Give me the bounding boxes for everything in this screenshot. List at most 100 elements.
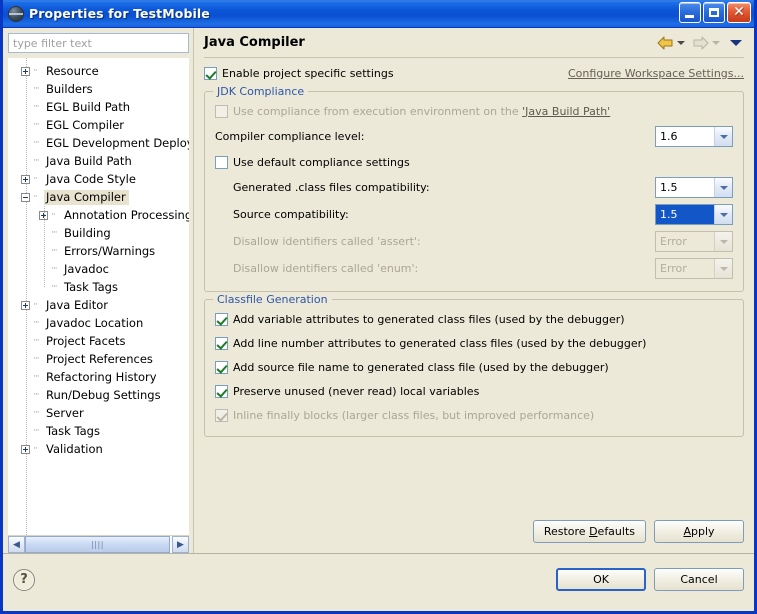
tree-item[interactable]: ··· Server [8,404,189,422]
cancel-label: Cancel [680,573,718,586]
classfile-option-checkbox[interactable] [215,336,228,350]
tree-item[interactable]: ··· Project Facets [8,332,189,350]
tree-item-label: Javadoc Location [46,315,144,330]
settings-tree[interactable]: ·· Resource ··· Builders ··· EGL Build Path ··… [8,58,189,535]
scrollbar-track[interactable]: |||| [25,536,172,553]
use-execution-environment-row: Use compliance from execution environmen… [215,99,733,123]
tree-item[interactable]: ··· Errors/Warnings [8,242,189,260]
compiler-compliance-level-dropdown-icon[interactable] [714,127,732,146]
tree-item[interactable]: ··· EGL Build Path [8,98,189,116]
use-default-compliance-label: Use default compliance settings [233,155,410,169]
back-history-caret-icon[interactable] [677,40,685,45]
tree-item[interactable]: ·· Resource [8,62,189,80]
page-title: Java Compiler [204,35,305,50]
tree-item[interactable]: ··· Refactoring History [8,368,189,386]
restore-defaults-button[interactable]: Restore Defaults [532,520,646,543]
properties-dialog: Properties for TestMobile ✕ ··Resource··… [0,0,757,614]
disallow-enum-combo: Error [655,258,733,279]
use-default-compliance-row: Use default compliance settings [215,150,733,174]
tree-item[interactable]: ··· Task Tags [8,278,189,296]
tree-connector: ··· [33,336,40,346]
tree-expand-icon[interactable] [21,174,30,184]
tree-item[interactable]: ·· Java Compiler [8,188,189,206]
scroll-left-arrow[interactable]: ◀ [8,536,25,553]
forward-history-caret-icon [712,40,720,45]
cancel-button[interactable]: Cancel [654,568,744,591]
tree-connector: ··· [33,408,40,418]
tree-expand-icon[interactable] [21,300,30,310]
apply-button[interactable]: Apply [654,520,744,543]
maximize-button[interactable] [703,2,725,23]
tree-item[interactable]: ··· Builders [8,80,189,98]
class-files-compatibility-combo[interactable]: 1.5 [655,177,733,198]
tree-item[interactable]: ··· EGL Development Deployment [8,134,189,152]
tree-item[interactable]: ··· Project References [8,350,189,368]
back-arrow-icon[interactable] [657,36,674,50]
disallow-assert-dropdown-icon [714,232,732,251]
tree-item-label: Annotation Processing [64,207,189,222]
ok-label: OK [593,573,609,586]
tree-connector: ··· [33,156,40,166]
classfile-option-checkbox[interactable] [215,384,228,398]
enable-project-specific-checkbox[interactable] [204,66,217,80]
tree-item[interactable]: ··· Javadoc Location [8,314,189,332]
scrollbar-thumb[interactable]: |||| [25,536,170,553]
minimize-button[interactable] [679,2,701,23]
chevron-down-icon[interactable] [730,39,742,46]
tree-connector: ··· [33,426,40,436]
compiler-compliance-level-combo[interactable]: 1.6 [655,126,733,147]
title-bar[interactable]: Properties for TestMobile ✕ [3,0,754,28]
tree-item[interactable]: ·· Java Code Style [8,170,189,188]
close-icon: ✕ [733,4,745,20]
java-build-path-link[interactable]: 'Java Build Path' [522,105,610,118]
tree-horizontal-scrollbar[interactable]: ◀ |||| ▶ [8,535,189,553]
tree-item[interactable]: ··· Javadoc [8,260,189,278]
classfile-option-checkbox[interactable] [215,360,228,374]
ok-button[interactable]: OK [556,568,646,591]
tree-item[interactable]: ··· Building [8,224,189,242]
class-files-compatibility-dropdown-icon[interactable] [714,178,732,197]
classfile-option-label: Add source file name to generated class … [233,360,609,374]
tree-item[interactable]: ·· Validation [8,440,189,458]
classfile-option-checkbox [215,408,228,422]
tree-item-label: Building [64,225,111,240]
tree-expand-icon[interactable] [39,210,48,220]
tree-item-label: Task Tags [64,279,118,294]
tree-connector: ··· [33,372,40,382]
tree-expand-icon[interactable] [21,444,30,454]
tree-item[interactable]: ·· Java Editor [8,296,189,314]
tree-item[interactable]: ··· EGL Compiler [8,116,189,134]
help-icon[interactable]: ? [13,568,35,591]
tree-collapse-icon[interactable] [21,192,30,202]
use-default-compliance-checkbox[interactable] [215,155,228,169]
tree-item-label: Validation [46,441,103,456]
tree-item[interactable]: ·· Annotation Processing [8,206,189,224]
classfile-option-checkbox[interactable] [215,312,228,326]
scroll-right-arrow[interactable]: ▶ [172,536,189,553]
filter-input[interactable] [8,33,189,53]
tree-connector: ··· [33,138,40,148]
window-title: Properties for TestMobile [29,6,210,21]
compiler-compliance-level-row: Compiler compliance level: 1.6 [215,123,733,150]
tree-item-label: Run/Debug Settings [46,387,161,402]
window-controls: ✕ [679,2,751,23]
configure-workspace-settings-link[interactable]: Configure Workspace Settings... [568,67,744,80]
classfile-option-row: Inline finally blocks (larger class file… [215,403,733,427]
tree-item[interactable]: ··· Task Tags [8,422,189,440]
tree-connector: ··· [33,120,40,130]
tree-item[interactable]: ··· Java Build Path [8,152,189,170]
page-header: Java Compiler [202,28,746,57]
source-compatibility-dropdown-icon[interactable] [714,205,732,224]
source-compatibility-combo[interactable]: 1.5 [655,204,733,225]
forward-arrow-icon [692,36,709,50]
close-button[interactable]: ✕ [727,2,751,23]
use-execution-environment-checkbox [215,104,228,118]
tree-expand-icon[interactable] [21,66,30,76]
classfile-generation-title: Classfile Generation [213,293,332,306]
tree-connector: ·· [33,66,38,76]
classfile-option-row: Add line number attributes to generated … [215,331,733,355]
dialog-body: ··Resource···Builders···EGL Build Path··… [3,28,754,553]
tree-item[interactable]: ··· Run/Debug Settings [8,386,189,404]
tree-item-label: Project References [46,351,153,366]
minimize-icon [685,15,694,18]
